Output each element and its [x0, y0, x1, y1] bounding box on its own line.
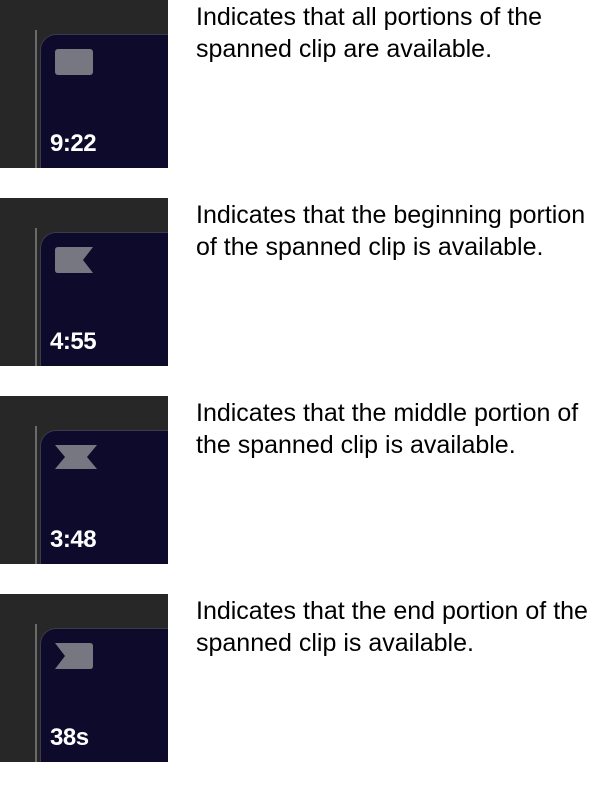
- divider-line: [35, 30, 37, 168]
- divider-line: [35, 228, 37, 366]
- clip-thumbnail: 4:55: [0, 198, 168, 366]
- marker-middle-icon: [55, 445, 97, 469]
- description: Indicates that the end portion of the sp…: [196, 594, 596, 659]
- description: Indicates that the middle portion of the…: [196, 396, 596, 461]
- legend-row: 4:55 Indicates that the beginning portio…: [0, 198, 596, 366]
- description: Indicates that all portions of the spann…: [196, 0, 596, 65]
- clip-body: 9:22: [40, 34, 168, 168]
- clip-body: 38s: [40, 628, 168, 762]
- divider-line: [35, 624, 37, 762]
- clip-body: 3:48: [40, 430, 168, 564]
- divider-line: [35, 426, 37, 564]
- legend-row: 3:48 Indicates that the middle portion o…: [0, 396, 596, 564]
- marker-beginning-icon: [55, 247, 93, 273]
- timestamp: 9:22: [50, 130, 96, 158]
- clip-thumbnail: 9:22: [0, 0, 168, 168]
- timestamp: 3:48: [50, 526, 96, 554]
- marker-all-icon: [55, 49, 93, 75]
- timestamp: 4:55: [50, 328, 96, 356]
- legend-row: 9:22 Indicates that all portions of the …: [0, 0, 596, 168]
- timestamp: 38s: [50, 724, 89, 752]
- marker-end-icon: [55, 643, 93, 669]
- legend-row: 38s Indicates that the end portion of th…: [0, 594, 596, 762]
- clip-thumbnail: 38s: [0, 594, 168, 762]
- clip-thumbnail: 3:48: [0, 396, 168, 564]
- description: Indicates that the beginning portion of …: [196, 198, 596, 263]
- clip-body: 4:55: [40, 232, 168, 366]
